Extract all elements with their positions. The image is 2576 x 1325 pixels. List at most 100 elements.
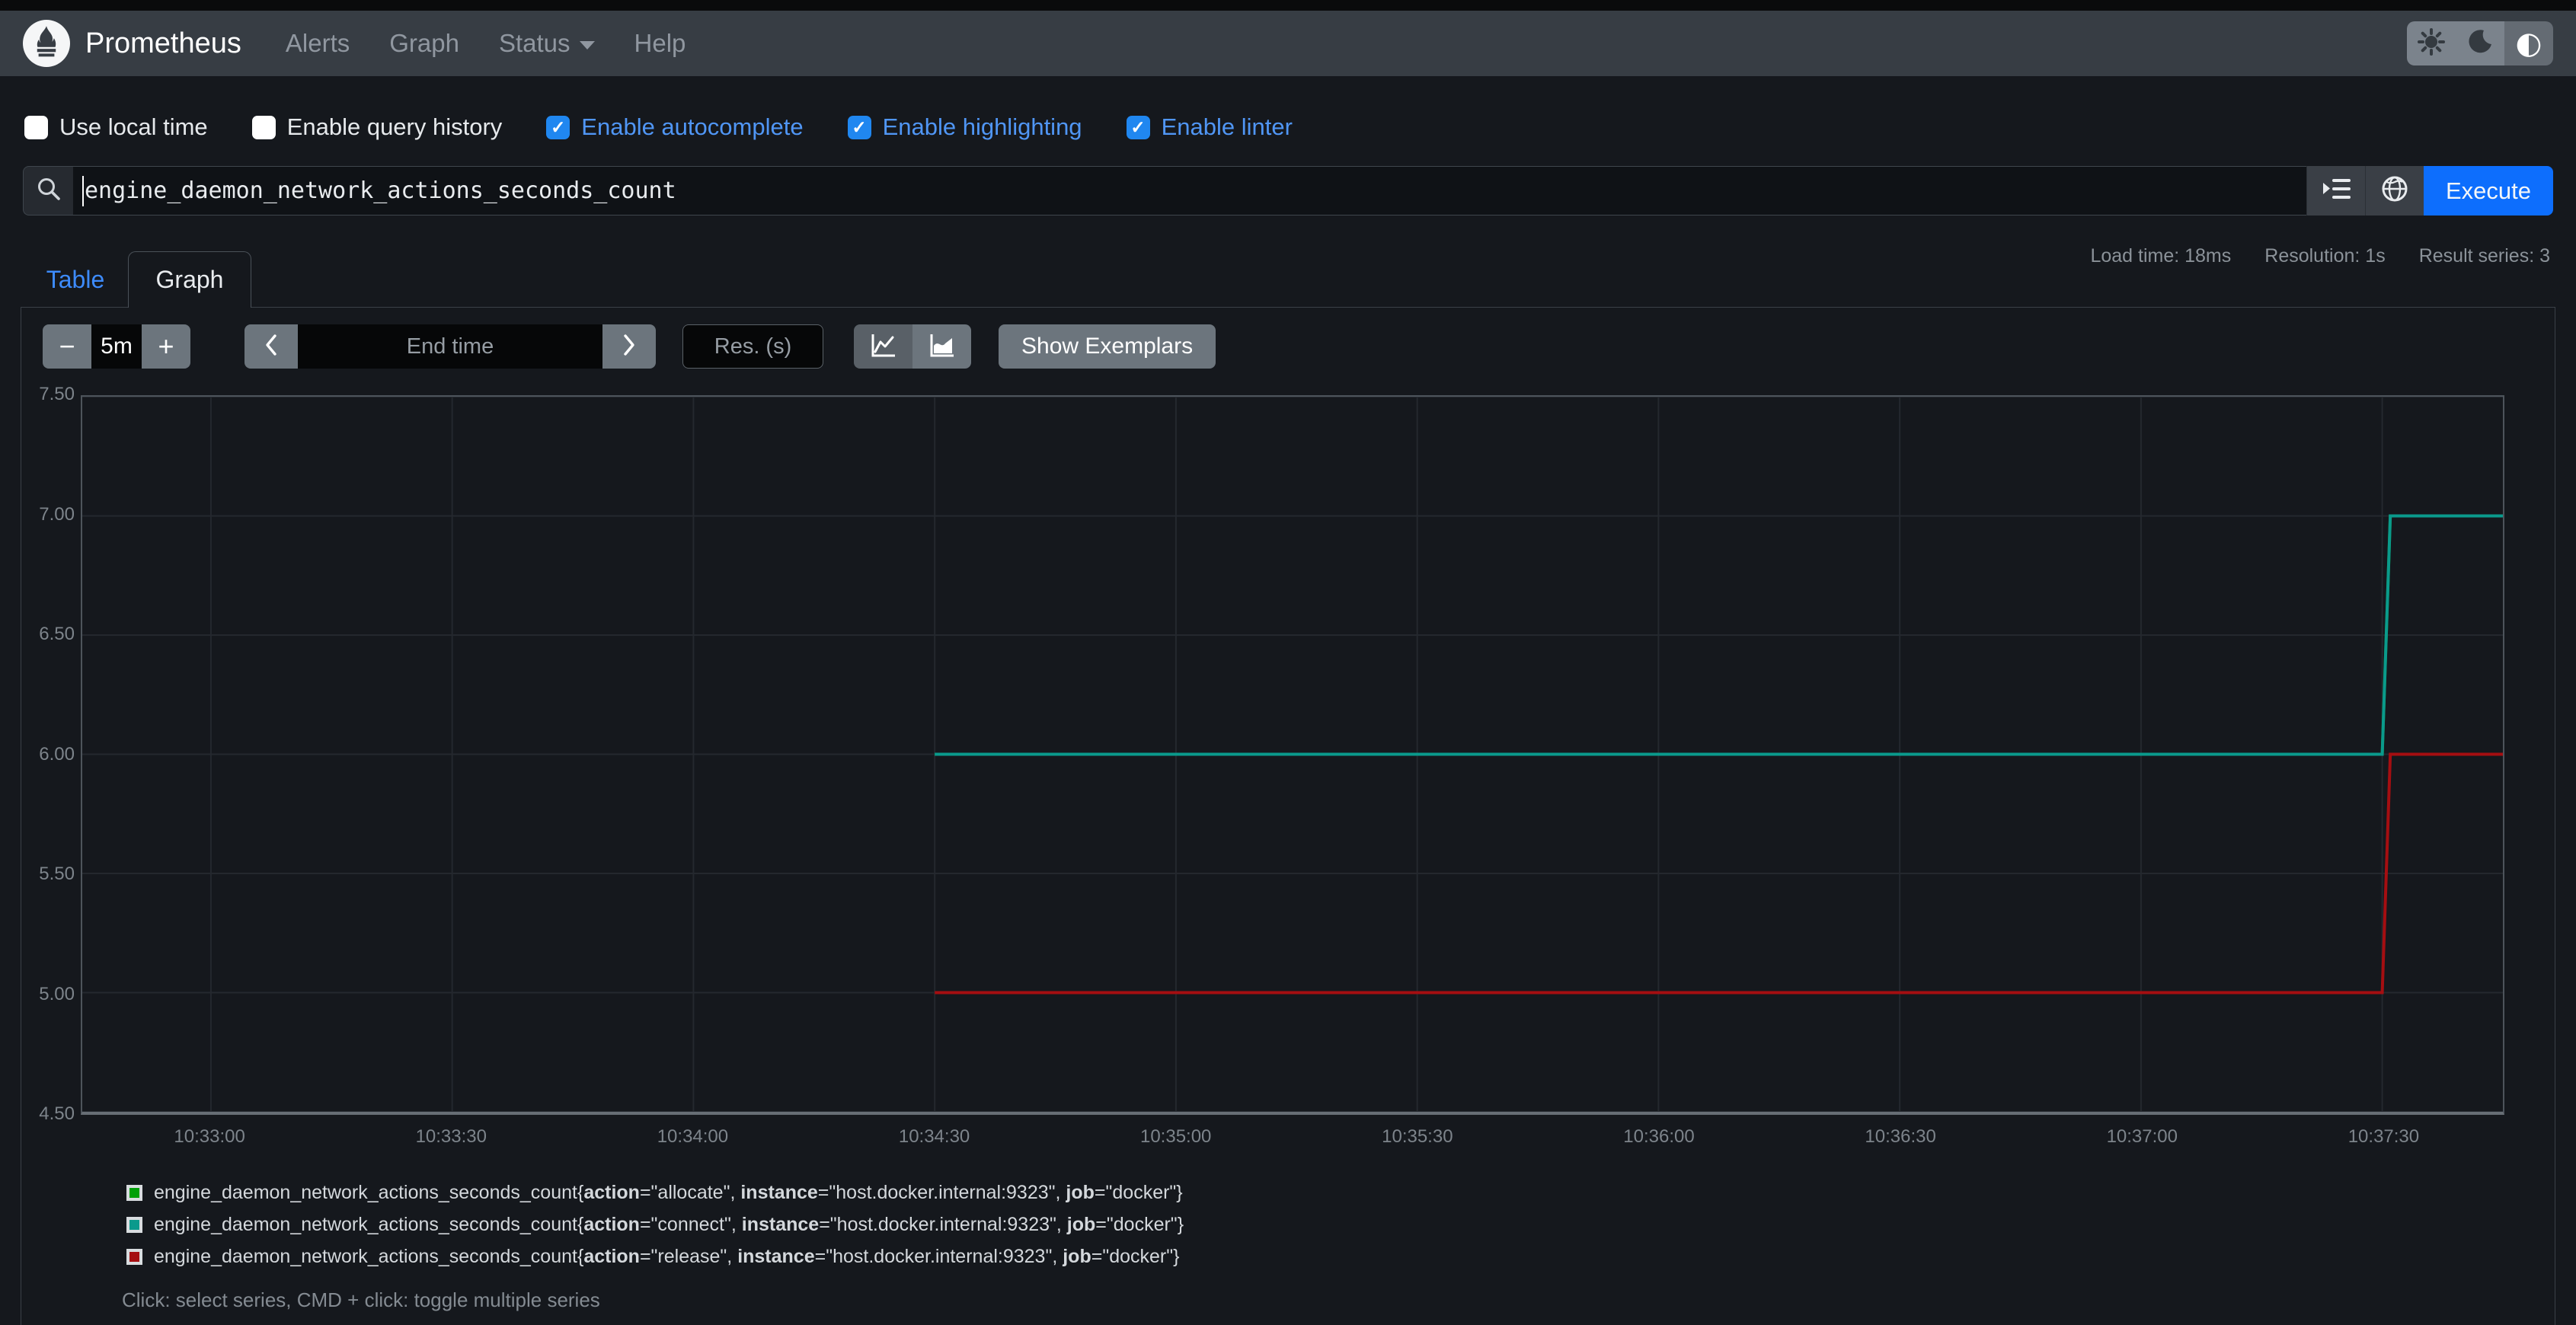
range-input[interactable]: 5m xyxy=(91,324,142,369)
checkbox[interactable]: ✓ xyxy=(546,115,570,139)
format-expression-button[interactable] xyxy=(2306,166,2365,216)
line-chart-button[interactable] xyxy=(854,324,912,369)
chevron-left-icon xyxy=(262,332,280,362)
x-tick-label: 10:35:30 xyxy=(1382,1126,1453,1147)
increase-range-button[interactable]: + xyxy=(142,324,190,369)
execute-button[interactable]: Execute xyxy=(2424,166,2553,216)
light-theme-button[interactable] xyxy=(2407,21,2456,65)
query-stats: Load time: 18ms Resolution: 1s Result se… xyxy=(2090,245,2550,267)
y-tick-label: 5.00 xyxy=(39,983,75,1004)
chart-legend: engine_daemon_network_actions_seconds_co… xyxy=(126,1182,1184,1278)
option-enable-query-history[interactable]: Enable query history xyxy=(251,113,503,141)
checkbox[interactable] xyxy=(24,115,48,139)
show-exemplars-button[interactable]: Show Exemplars xyxy=(999,324,1216,369)
text-cursor xyxy=(82,175,84,206)
minus-icon: − xyxy=(59,330,75,362)
option-use-local-time[interactable]: Use local time xyxy=(24,113,208,141)
x-tick-label: 10:37:00 xyxy=(2106,1126,2178,1147)
query-bar: engine_daemon_network_actions_seconds_co… xyxy=(23,166,2553,216)
search-icon xyxy=(36,176,62,206)
x-tick-label: 10:37:30 xyxy=(2347,1126,2420,1147)
panel-tabs: Table Graph xyxy=(23,251,251,308)
brand-title[interactable]: Prometheus xyxy=(85,27,241,60)
search-addon xyxy=(23,166,73,216)
y-tick-label: 6.50 xyxy=(39,624,75,644)
sun-icon xyxy=(2418,27,2445,59)
query-input[interactable]: engine_daemon_network_actions_seconds_co… xyxy=(73,166,2306,216)
option-enable-autocomplete[interactable]: ✓ Enable autocomplete xyxy=(546,113,804,141)
option-label[interactable]: Enable linter xyxy=(1162,113,1293,141)
option-label[interactable]: Enable autocomplete xyxy=(581,113,803,141)
x-tick-label: 10:33:30 xyxy=(415,1126,487,1147)
x-tick-label: 10:34:30 xyxy=(898,1126,970,1147)
y-tick-label: 6.00 xyxy=(39,743,75,765)
option-label[interactable]: Enable highlighting xyxy=(883,113,1082,141)
x-tick-label: 10:33:00 xyxy=(174,1126,245,1147)
decrease-range-button[interactable]: − xyxy=(43,324,91,369)
time-forward-button[interactable] xyxy=(602,324,656,369)
globe-icon xyxy=(2380,174,2409,207)
option-enable-linter[interactable]: ✓ Enable linter xyxy=(1126,113,1293,141)
y-tick-label: 5.50 xyxy=(39,864,75,884)
x-tick-label: 10:36:00 xyxy=(1623,1126,1695,1147)
checkbox[interactable]: ✓ xyxy=(847,115,871,139)
legend-item[interactable]: engine_daemon_network_actions_seconds_co… xyxy=(126,1214,1184,1236)
time-back-button[interactable] xyxy=(244,324,298,369)
nav-link-help[interactable]: Help xyxy=(634,29,686,58)
tree-view-icon xyxy=(2322,176,2351,206)
legend-item[interactable]: engine_daemon_network_actions_seconds_co… xyxy=(126,1246,1184,1268)
end-time-input[interactable]: End time xyxy=(298,324,602,369)
plus-icon: + xyxy=(158,330,174,362)
legend-swatch xyxy=(126,1217,142,1233)
moon-icon xyxy=(2467,29,2493,59)
flame-icon xyxy=(31,25,62,62)
legend-series-name: engine_daemon_network_actions_seconds_co… xyxy=(154,1182,1183,1203)
tab-table[interactable]: Table xyxy=(23,251,128,308)
checkbox[interactable] xyxy=(251,115,276,139)
legend-item[interactable]: engine_daemon_network_actions_seconds_co… xyxy=(126,1182,1184,1204)
chart-plot-area[interactable] xyxy=(81,395,2504,1115)
legend-series-name: engine_daemon_network_actions_seconds_co… xyxy=(154,1214,1184,1235)
end-time-control: End time xyxy=(244,324,656,369)
y-tick-label: 7.00 xyxy=(39,503,75,525)
theme-toggle-group: ◐ xyxy=(2407,21,2553,65)
legend-series-name: engine_daemon_network_actions_seconds_co… xyxy=(154,1246,1180,1267)
auto-theme-button[interactable]: ◐ xyxy=(2504,21,2553,65)
chart-type-toggle xyxy=(854,324,971,369)
line-chart-icon xyxy=(870,332,897,362)
chevron-right-icon xyxy=(620,332,638,362)
x-tick-label: 10:35:00 xyxy=(1139,1126,1212,1147)
half-circle-contrast-icon: ◐ xyxy=(2515,26,2542,61)
resolution: Resolution: 1s xyxy=(2264,245,2386,267)
checkbox[interactable]: ✓ xyxy=(1126,115,1150,139)
resolution-input[interactable]: Res. (s) xyxy=(682,324,823,369)
dark-theme-button[interactable] xyxy=(2456,21,2504,65)
graph-panel: − 5m + End time Res. (s) Show Exemplars … xyxy=(21,307,2555,1325)
x-tick-label: 10:36:30 xyxy=(1865,1126,1936,1147)
tab-graph[interactable]: Graph xyxy=(128,251,251,308)
navbar: Prometheus Alerts Graph Status Help ◐ xyxy=(0,11,2576,76)
nav-link-alerts[interactable]: Alerts xyxy=(286,29,350,58)
option-label[interactable]: Use local time xyxy=(59,113,208,141)
legend-swatch xyxy=(126,1249,142,1265)
stacked-chart-button[interactable] xyxy=(912,324,971,369)
nav-link-status[interactable]: Status xyxy=(499,29,595,58)
top-strip xyxy=(0,0,2576,11)
option-enable-highlighting[interactable]: ✓ Enable highlighting xyxy=(847,113,1082,141)
graph-controls: − 5m + End time Res. (s) Show Exemplars xyxy=(43,324,1216,369)
prometheus-logo[interactable] xyxy=(23,20,70,67)
stacked-chart-icon xyxy=(928,332,956,362)
query-expression: engine_daemon_network_actions_seconds_co… xyxy=(85,177,676,204)
nav-links: Alerts Graph Status Help xyxy=(286,29,686,58)
y-tick-label: 7.50 xyxy=(39,384,75,404)
options-bar: Use local time Enable query history ✓ En… xyxy=(24,102,1293,152)
x-tick-label: 10:34:00 xyxy=(657,1126,729,1147)
range-control: − 5m + xyxy=(43,324,190,369)
load-time: Load time: 18ms xyxy=(2090,245,2232,267)
option-label[interactable]: Enable query history xyxy=(287,113,503,141)
result-series: Result series: 3 xyxy=(2418,245,2550,267)
chart-svg xyxy=(82,397,2503,1112)
metrics-explorer-button[interactable] xyxy=(2365,166,2424,216)
nav-link-graph[interactable]: Graph xyxy=(389,29,459,58)
legend-swatch xyxy=(126,1185,142,1201)
